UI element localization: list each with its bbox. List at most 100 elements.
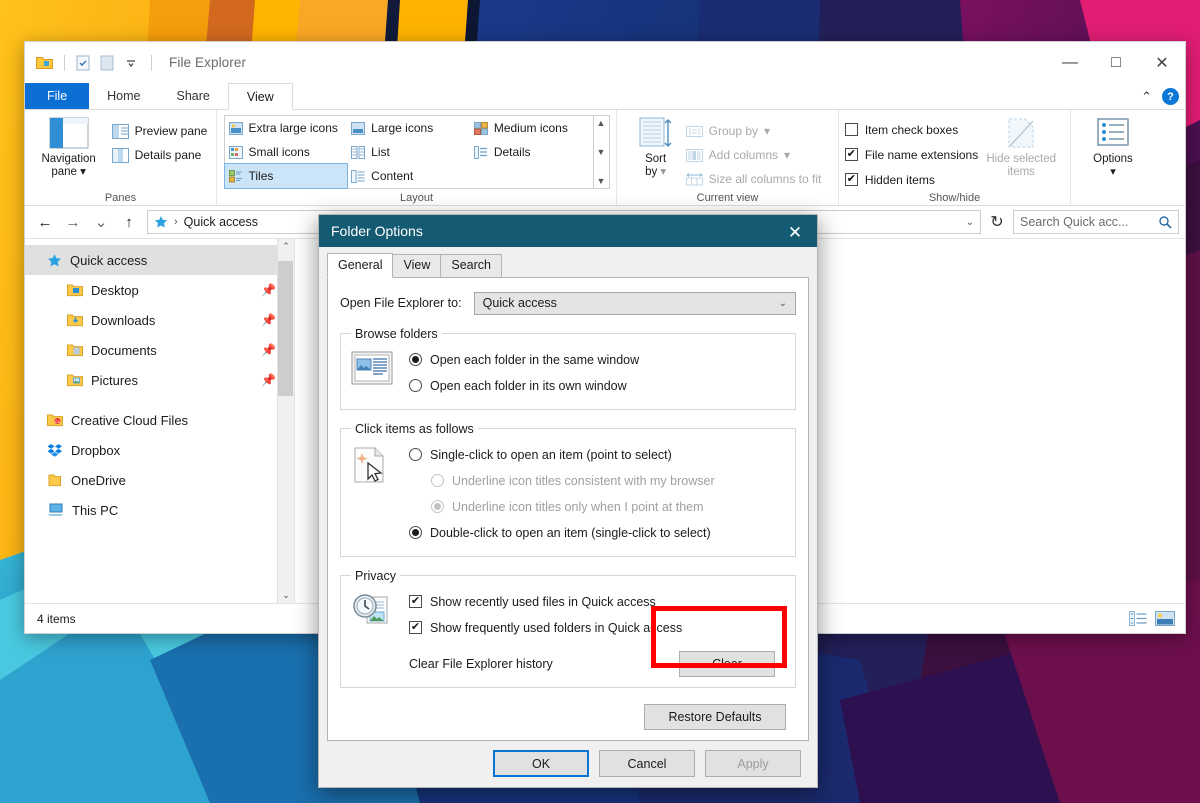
scrollbar-thumb[interactable] [278, 261, 293, 396]
item-check-boxes-checkbox[interactable] [844, 123, 858, 136]
open-file-explorer-to-label: Open File Explorer to: [340, 296, 462, 311]
scroll-down-icon[interactable]: ⌄ [282, 590, 290, 601]
dialog-tab-view[interactable]: View [392, 253, 442, 278]
new-folder-icon[interactable] [96, 52, 118, 74]
view-option-tiles[interactable]: Tiles [223, 163, 349, 189]
ok-button[interactable]: OK [493, 750, 589, 778]
search-icon[interactable] [1158, 215, 1172, 229]
address-dropdown-icon[interactable]: ⌄ [966, 217, 974, 228]
add-columns-button[interactable]: Add columns ▾ [682, 143, 826, 167]
tab-share[interactable]: Share [159, 83, 228, 109]
preview-pane-button[interactable]: Preview pane [108, 119, 212, 143]
large-icons-view-toggle-icon[interactable] [1155, 611, 1175, 626]
refresh-button[interactable]: ↻ [985, 210, 1009, 234]
sort-by-button[interactable]: Sort by ▾ [630, 113, 682, 179]
up-button[interactable]: ↑ [115, 208, 143, 236]
size-all-columns-to-fit-button[interactable]: Size all columns to fit [682, 167, 826, 191]
open-file-explorer-to-select[interactable]: Quick access ⌄ [473, 291, 796, 315]
browse-same-window-row[interactable]: Open each folder in the same window [409, 347, 785, 373]
breadcrumb-quick-access[interactable]: Quick access [184, 215, 258, 229]
double-click-radio[interactable] [409, 526, 422, 540]
sidebar-item-quick-access[interactable]: Quick access [25, 245, 294, 275]
browse-own-window-row[interactable]: Open each folder in its own window [409, 373, 785, 399]
sidebar-item-desktop[interactable]: Desktop 📌 [25, 275, 294, 305]
navigation-pane-icon [49, 117, 89, 149]
gallery-scroll-down-icon[interactable]: ▼ [597, 147, 606, 157]
navigation-pane-button[interactable]: Navigation pane ▾ [30, 113, 108, 179]
view-option-large-icons[interactable]: Large icons [347, 116, 470, 140]
show-frequent-folders-row[interactable]: ✔ Show frequently used folders in Quick … [409, 615, 785, 641]
onedrive-folder-icon [47, 473, 63, 487]
tiles-view-icon [228, 169, 243, 183]
restore-defaults-button[interactable]: Restore Defaults [644, 703, 786, 730]
dialog-close-button[interactable]: ✕ [773, 215, 817, 251]
documents-folder-icon [67, 343, 83, 357]
dialog-tab-general[interactable]: General [327, 252, 394, 278]
pin-icon[interactable]: 📌 [261, 283, 276, 297]
double-click-row[interactable]: Double-click to open an item (single-cli… [409, 520, 785, 546]
sidebar-item-creative-cloud-files[interactable]: Cc Creative Cloud Files [25, 405, 294, 435]
customize-quick-access-chevron-icon[interactable] [120, 52, 142, 74]
pin-icon[interactable]: 📌 [261, 373, 276, 387]
back-button[interactable]: ← [31, 208, 59, 236]
dialog-tab-search[interactable]: Search [440, 253, 502, 278]
hide-selected-items-button[interactable]: Hide selected items [978, 113, 1064, 179]
help-icon[interactable]: ? [1162, 88, 1179, 105]
view-option-details[interactable]: Details [470, 140, 593, 164]
layout-gallery-scrollbar[interactable]: ▲ ▼ ▼ [593, 115, 610, 189]
hidden-items-checkbox[interactable]: ✔ [844, 173, 858, 186]
clear-button[interactable]: Clear [679, 650, 775, 677]
view-option-small-icons[interactable]: Small icons [225, 140, 348, 164]
item-check-boxes-row[interactable]: Item check boxes [844, 117, 978, 142]
cancel-button[interactable]: Cancel [599, 750, 695, 778]
navigation-pane: Quick access Desktop 📌 Downloads 📌 Docum… [25, 239, 295, 603]
tab-home[interactable]: Home [89, 83, 158, 109]
recent-locations-button[interactable]: ⌄ [87, 208, 115, 236]
tab-view[interactable]: View [227, 83, 293, 110]
scroll-up-icon[interactable]: ⌃ [282, 241, 290, 252]
quick-access-folder-icon[interactable] [33, 52, 55, 74]
sidebar-item-downloads[interactable]: Downloads 📌 [25, 305, 294, 335]
hide-selected-items-label-line2: items [1007, 166, 1035, 179]
search-input[interactable]: Search Quick acc... [1013, 210, 1179, 234]
forward-button[interactable]: → [59, 208, 87, 236]
pin-icon[interactable]: 📌 [261, 343, 276, 357]
file-name-extensions-row[interactable]: ✔ File name extensions [844, 142, 978, 167]
sidebar-item-documents[interactable]: Documents 📌 [25, 335, 294, 365]
close-button[interactable]: ✕ [1139, 42, 1185, 83]
pin-icon[interactable]: 📌 [261, 313, 276, 327]
chevron-down-icon: ▾ [764, 124, 771, 138]
ribbon-group-panes-label: Panes [104, 192, 137, 204]
view-option-extra-large-icons[interactable]: Extra large icons [225, 116, 348, 140]
single-click-row[interactable]: Single-click to open an item (point to s… [409, 442, 785, 468]
gallery-scroll-up-icon[interactable]: ▲ [597, 118, 606, 128]
details-view-toggle-icon[interactable] [1129, 611, 1147, 626]
apply-button[interactable]: Apply [705, 750, 801, 778]
single-click-radio[interactable] [409, 448, 422, 462]
minimize-button[interactable]: — [1047, 42, 1093, 83]
view-option-medium-icons[interactable]: Medium icons [470, 116, 593, 140]
options-button[interactable]: Options ▾ [1074, 113, 1152, 179]
tab-file[interactable]: File [25, 83, 90, 109]
privacy-clock-icon [351, 589, 397, 677]
details-pane-button[interactable]: Details pane [108, 143, 212, 167]
sidebar-item-this-pc[interactable]: This PC [25, 495, 294, 525]
chevron-down-icon[interactable]: ▾ [1110, 166, 1116, 179]
sidebar-item-pictures[interactable]: Pictures 📌 [25, 365, 294, 395]
properties-icon[interactable] [72, 52, 94, 74]
view-option-list[interactable]: List [347, 140, 470, 164]
group-by-button[interactable]: Group by ▾ [682, 119, 826, 143]
browse-same-window-radio[interactable] [409, 353, 422, 367]
browse-own-window-radio[interactable] [409, 379, 422, 393]
show-frequent-folders-checkbox[interactable]: ✔ [409, 621, 422, 635]
maximize-button[interactable]: □ [1093, 42, 1139, 83]
show-recent-files-checkbox[interactable]: ✔ [409, 595, 422, 609]
hidden-items-row[interactable]: ✔ Hidden items [844, 167, 978, 192]
show-recent-files-row[interactable]: ✔ Show recently used files in Quick acce… [409, 589, 785, 615]
collapse-ribbon-icon[interactable]: ⌃ [1141, 89, 1152, 105]
view-option-content[interactable]: Content [347, 164, 470, 188]
sidebar-item-onedrive[interactable]: OneDrive [25, 465, 294, 495]
gallery-expand-icon[interactable]: ▼ [597, 176, 606, 186]
file-name-extensions-checkbox[interactable]: ✔ [844, 148, 858, 161]
sidebar-item-dropbox[interactable]: Dropbox [25, 435, 294, 465]
